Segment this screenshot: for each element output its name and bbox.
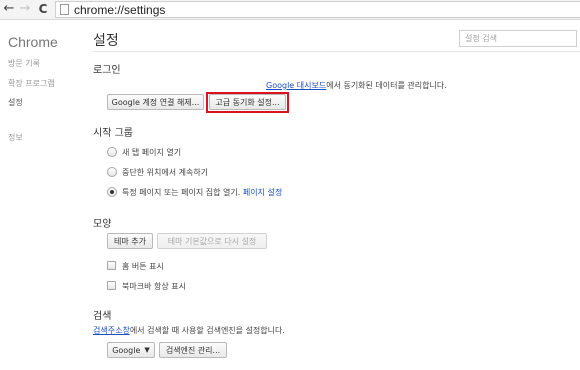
search-engine-selected: Google xyxy=(112,345,141,355)
browser-toolbar: ← → C chrome://settings xyxy=(0,0,580,20)
set-pages-link[interactable]: 페이지 설정 xyxy=(243,188,282,197)
reset-theme-button[interactable]: 테마 기본값으로 다시 설정 xyxy=(157,233,267,249)
app-title: Chrome xyxy=(8,34,58,50)
startup-option-new-tab-label: 새 탭 페이지 열기 xyxy=(122,148,182,157)
signin-section-title: 로그인 xyxy=(93,65,121,76)
url-text: chrome://settings xyxy=(74,2,166,17)
header-divider xyxy=(93,51,580,52)
startup-option-specific-pages: 특정 페이지 또는 페이지 집합 열기. 페이지 설정 xyxy=(122,187,282,198)
startup-radio-continue[interactable] xyxy=(107,167,117,177)
settings-search-input[interactable] xyxy=(459,30,577,47)
search-description-text: 에서 검색할 때 사용할 검색엔진을 설정합니다. xyxy=(129,326,285,335)
search-engine-select[interactable]: Google ▼ xyxy=(107,342,155,358)
google-dashboard-link[interactable]: Google 대시보드 xyxy=(266,81,326,90)
search-description: 검색주소창에서 검색할 때 사용할 검색엔진을 설정합니다. xyxy=(93,325,285,336)
forward-arrow-icon[interactable]: → xyxy=(18,2,32,16)
page-icon xyxy=(60,4,69,15)
sidebar-item-about[interactable]: 정보 xyxy=(8,132,23,143)
appearance-section-title: 모양 xyxy=(93,219,112,230)
sidebar-item-extensions[interactable]: 확장 프로그램 xyxy=(8,78,55,89)
sidebar-item-settings[interactable]: 설정 xyxy=(8,97,23,108)
signin-description-text: 에서 동기화된 데이터를 관리합니다. xyxy=(326,81,447,90)
show-home-button-checkbox[interactable] xyxy=(107,261,116,270)
search-section-title: 검색 xyxy=(93,311,112,322)
startup-radio-specific-pages[interactable] xyxy=(107,187,117,197)
manage-search-engines-button[interactable]: 검색엔진 관리... xyxy=(159,342,227,358)
sidebar-item-history[interactable]: 방문 기록 xyxy=(8,58,40,69)
startup-option-continue-label: 중단한 위치에서 계속하기 xyxy=(122,168,209,177)
omnibox-link[interactable]: 검색주소창 xyxy=(93,326,130,335)
always-show-bookmarks-checkbox[interactable] xyxy=(107,281,116,290)
show-home-button-label: 홈 버튼 표시 xyxy=(122,262,164,271)
advanced-sync-settings-button[interactable]: 고급 동기화 설정... xyxy=(209,94,286,110)
reload-icon[interactable]: C xyxy=(36,2,50,16)
back-arrow-icon[interactable]: ← xyxy=(2,2,16,16)
startup-section-title: 시작 그룹 xyxy=(93,128,133,139)
always-show-bookmarks-label: 북마크바 항상 표시 xyxy=(122,282,186,291)
signin-description: Google 대시보드에서 동기화된 데이터를 관리합니다. xyxy=(266,80,447,91)
add-theme-button[interactable]: 테마 추가 xyxy=(107,233,153,249)
startup-option-specific-pages-label: 특정 페이지 또는 페이지 집합 열기. xyxy=(122,188,241,197)
disconnect-account-button[interactable]: Google 계정 연결 해제... xyxy=(107,94,204,110)
dropdown-caret-icon: ▼ xyxy=(144,346,150,354)
address-bar[interactable]: chrome://settings xyxy=(55,1,580,18)
startup-radio-new-tab[interactable] xyxy=(107,147,117,157)
page-title: 설정 xyxy=(93,33,119,49)
